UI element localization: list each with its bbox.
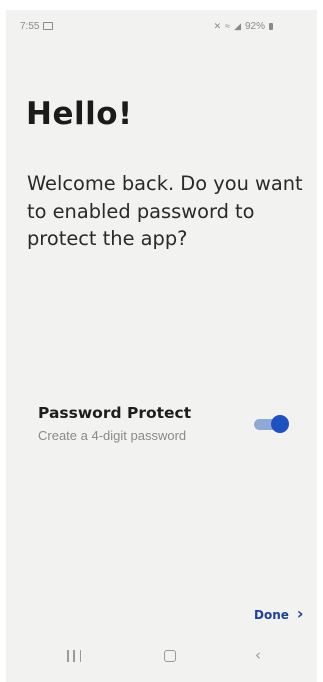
status-left: 7:55 (20, 20, 54, 32)
password-protect-setting[interactable]: Password Protect Create a 4-digit passwo… (6, 396, 317, 456)
message-icon (43, 22, 54, 30)
home-icon[interactable] (164, 650, 176, 662)
done-label: Done (254, 608, 289, 622)
setting-subtitle: Create a 4-digit password (38, 428, 187, 443)
app-screen: 7:55 ✕ ≈ ◢ 92% Hello! Welcome back. Do y… (6, 10, 317, 682)
chevron-right-icon: › (296, 604, 304, 623)
navigation-bar: ‹ (6, 636, 317, 682)
signal-icon: ◢ (234, 20, 241, 31)
password-protect-toggle[interactable] (254, 414, 289, 434)
recents-icon[interactable] (67, 650, 81, 664)
status-bar: 7:55 ✕ ≈ ◢ 92% (6, 10, 317, 42)
mute-icon: ✕ (213, 20, 222, 31)
back-icon[interactable]: ‹ (255, 646, 261, 664)
status-right: ✕ ≈ ◢ 92% (214, 21, 273, 32)
status-time: 7:55 (20, 20, 40, 32)
top-cropped-strip (0, 0, 323, 10)
wifi-icon: ≈ (225, 21, 231, 31)
battery-percent: 92% (244, 20, 265, 32)
done-button[interactable]: Done › (254, 604, 303, 626)
welcome-message: Welcome back. Do you want to enabled pas… (27, 172, 303, 250)
page-title: Hello! (26, 96, 133, 132)
setting-title: Password Protect (38, 404, 192, 422)
battery-icon (269, 22, 273, 30)
toggle-knob (271, 415, 289, 433)
